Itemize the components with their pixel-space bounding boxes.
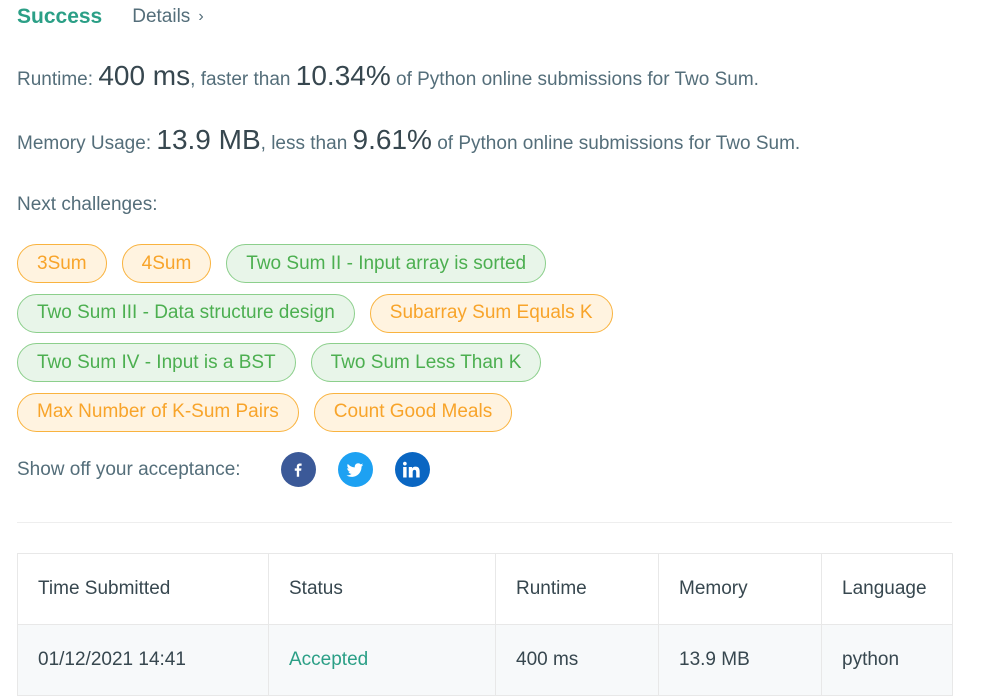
facebook-icon [294,462,302,477]
tag-row: 3Sum 4Sum Two Sum II - Input array is so… [17,244,697,285]
col-runtime[interactable]: Runtime [495,553,659,625]
col-status[interactable]: Status [268,553,496,625]
twitter-icon [346,462,364,477]
details-link[interactable]: Details › [132,6,203,28]
runtime-stat: Runtime: 400 ms, faster than 10.34% of P… [17,60,759,92]
cell-time-submitted: 01/12/2021 14:41 [17,624,269,696]
challenge-tag-count-good-meals[interactable]: Count Good Meals [313,392,513,432]
tag-row: Two Sum III - Data structure design Suba… [17,293,697,335]
cell-runtime: 400 ms [495,624,659,696]
memory-percent: 9.61% [352,124,432,155]
status-title: Success [17,5,103,28]
table-header-row: Time Submitted Status Runtime Memory Lan… [17,553,953,625]
challenge-tag-max-k-sum-pairs[interactable]: Max Number of K-Sum Pairs [17,392,299,432]
result-header: Success Details › [17,2,204,32]
share-section: Show off your acceptance: [17,452,452,487]
challenge-tag-two-sum-iv[interactable]: Two Sum IV - Input is a BST [17,343,296,382]
col-memory[interactable]: Memory [658,553,822,625]
challenge-tag-two-sum-iii[interactable]: Two Sum III - Data structure design [17,293,355,333]
next-challenges-label: Next challenges: [17,194,158,215]
cell-memory: 13.9 MB [658,624,822,696]
challenge-tag-two-sum-less-than-k[interactable]: Two Sum Less Than K [310,343,542,382]
challenge-tag-two-sum-ii[interactable]: Two Sum II - Input array is sorted [226,244,547,283]
runtime-value: 400 ms [98,60,191,91]
cell-status-accepted[interactable]: Accepted [268,624,496,696]
linkedin-share-button[interactable] [394,452,430,487]
chevron-right-icon: › [198,8,204,25]
twitter-share-button[interactable] [337,452,373,487]
runtime-percent: 10.34% [295,60,391,91]
cell-language: python [821,624,953,696]
challenge-tag-4sum[interactable]: 4Sum [121,244,212,283]
memory-label: Memory Usage: [17,133,157,154]
linkedin-icon [403,461,420,477]
facebook-share-button[interactable] [280,452,316,487]
col-language[interactable]: Language [821,553,953,625]
runtime-label: Runtime: [17,69,99,90]
challenge-tag-subarray-sum-equals-k[interactable]: Subarray Sum Equals K [369,293,613,333]
challenge-tag-3sum[interactable]: 3Sum [17,244,107,283]
tag-row: Two Sum IV - Input is a BST Two Sum Less… [17,343,697,384]
col-time-submitted[interactable]: Time Submitted [17,553,269,625]
share-label: Show off your acceptance: [17,458,241,480]
divider [17,522,952,523]
memory-stat: Memory Usage: 13.9 MB, less than 9.61% o… [17,124,800,156]
details-label: Details [132,6,191,27]
runtime-mid: , faster than [190,69,296,90]
next-challenges-tags: 3Sum 4Sum Two Sum II - Input array is so… [17,244,697,442]
memory-suffix: of Python online submissions for Two Sum… [431,133,801,154]
submission-table: Time Submitted Status Runtime Memory Lan… [17,553,953,696]
table-row: 01/12/2021 14:41 Accepted 400 ms 13.9 MB… [17,624,953,696]
memory-mid: , less than [260,133,353,154]
runtime-suffix: of Python online submissions for Two Sum… [390,69,759,90]
tag-row: Max Number of K-Sum Pairs Count Good Mea… [17,392,697,434]
memory-value: 13.9 MB [156,124,261,155]
